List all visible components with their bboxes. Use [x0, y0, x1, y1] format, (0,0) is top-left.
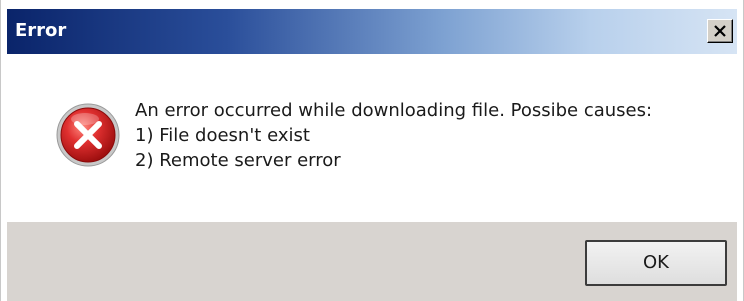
button-bar: OK: [7, 222, 737, 301]
window-title: Error: [15, 20, 67, 41]
error-icon: [55, 102, 121, 168]
error-message: An error occurred while downloading file…: [135, 98, 652, 173]
dialog-content: An error occurred while downloading file…: [7, 54, 737, 222]
message-line: 1) File doesn't exist: [135, 125, 310, 146]
error-dialog: Error An error occurred while downloadin…: [0, 0, 744, 301]
close-x-icon: [714, 25, 726, 37]
title-bar[interactable]: Error: [7, 9, 737, 54]
message-line: An error occurred while downloading file…: [135, 100, 653, 121]
close-button[interactable]: [707, 19, 733, 43]
ok-button[interactable]: OK: [585, 240, 727, 286]
message-line: 2) Remote server error: [135, 150, 341, 171]
